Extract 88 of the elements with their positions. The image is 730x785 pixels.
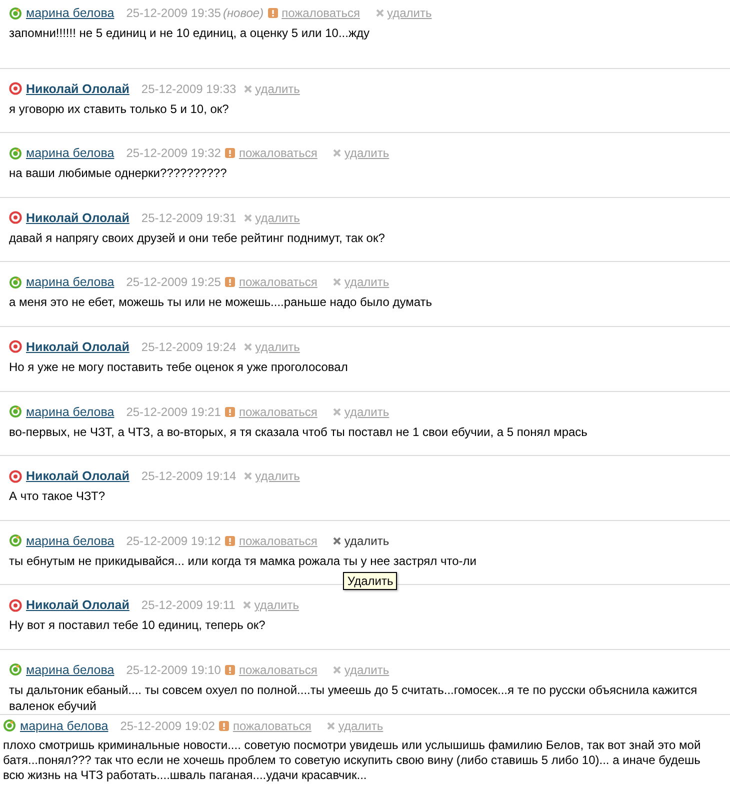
friend-icon <box>9 663 22 676</box>
comment-time: 25-12-2009 19:10 <box>126 662 221 677</box>
comment-time: 25-12-2009 19:21 <box>126 404 221 419</box>
report-link[interactable]: пожаловаться <box>282 6 360 20</box>
delete-link[interactable]: удалить <box>255 82 300 96</box>
comment-text: я уговорю их ставить только 5 и 10, ок? <box>9 100 230 117</box>
comment-text: ты ебнутым не прикидывайся... или когда тя мамка рожала ты у нее застрял что-ли <box>9 552 478 569</box>
comment-text: А что такое ЧЗТ? <box>9 488 106 504</box>
comment-time: 25-12-2009 19:35 <box>126 6 221 20</box>
at-sign-icon <box>9 598 22 612</box>
author-link[interactable]: марина белова <box>26 534 114 548</box>
at-sign-icon <box>9 82 22 96</box>
comment-text: ты дальтоник ебаный.... ты совсем охуел по полной....ты умеешь до 5 считать...гомосек...я те по русски объяснила кажится валенок ебучий <box>9 682 698 714</box>
friend-icon <box>9 6 22 20</box>
close-icon <box>244 84 252 93</box>
comment-time: 25-12-2009 19:11 <box>141 598 236 612</box>
comment-text: на ваши любимые однерки?????????? <box>9 165 228 182</box>
close-icon <box>333 278 342 286</box>
comment-text: плохо смотришь криминальные новости.... советую посмотри увидешь или услышишь фамилию Белов, так вот знай это мой батя...понял??? так что если не хочешь проблем то советую искупить свою вину (либо ставишь 5 либо 10)... а иначе будешь всю жизнь на ЧТЗ работать....шваль паганая....удачи красавчик... <box>3 738 702 783</box>
at-sign-icon <box>9 340 22 354</box>
author-link[interactable]: Николай Ололай <box>26 598 130 612</box>
close-icon <box>333 666 342 674</box>
author-link[interactable]: марина белова <box>26 404 114 419</box>
warning-icon <box>224 277 235 288</box>
comment-text: Но я уже не могу поставить тебе оценок я уже проголосовал <box>9 358 349 375</box>
author-link[interactable]: Николай Ололай <box>26 82 130 96</box>
comment-time: 25-12-2009 19:33 <box>141 82 236 96</box>
warning-icon <box>224 536 235 546</box>
delete-link[interactable]: удалить <box>387 6 432 20</box>
close-icon <box>376 9 384 17</box>
author-link[interactable]: марина белова <box>26 275 114 290</box>
author-link[interactable]: марина белова <box>26 662 114 677</box>
tooltip: Удалить <box>343 572 398 590</box>
close-icon <box>333 408 342 416</box>
author-link[interactable]: марина белова <box>26 6 114 20</box>
delete-link[interactable]: удалить <box>344 404 390 419</box>
close-icon <box>244 214 252 222</box>
comment-time: 25-12-2009 19:14 <box>141 469 236 484</box>
delete-link[interactable]: удалить <box>344 534 390 548</box>
report-link[interactable]: пожаловаться <box>238 662 318 677</box>
close-icon <box>327 722 336 730</box>
report-link[interactable]: пожаловаться <box>238 404 318 419</box>
author-link[interactable]: марина белова <box>26 146 114 160</box>
comment-text: запомни!!!!!! не 5 единиц и не 10 единиц, а оценку 5 или 10...жду <box>9 25 370 41</box>
report-link[interactable]: пожаловаться <box>232 718 312 733</box>
comment-text: а меня это не ебет, можешь ты или не можешь....раньше надо было думать <box>9 294 433 310</box>
friend-icon <box>3 719 16 732</box>
close-icon <box>243 601 252 610</box>
at-sign-icon <box>9 211 22 224</box>
comment-time: 25-12-2009 19:31 <box>141 210 236 225</box>
author-link[interactable]: Николай Ололай <box>26 340 130 354</box>
close-icon <box>333 149 342 158</box>
comment-text: Ну вот я поставил тебе 10 единиц, теперь ок? <box>9 617 266 634</box>
close-icon <box>244 472 252 480</box>
delete-link[interactable]: удалить <box>338 718 384 733</box>
report-link[interactable]: пожаловаться <box>238 534 318 548</box>
delete-link[interactable]: удалить <box>344 275 390 290</box>
report-link[interactable]: пожаловаться <box>238 275 318 290</box>
warning-icon <box>224 664 235 675</box>
delete-link[interactable]: удалить <box>255 210 300 225</box>
author-link[interactable]: Николай Ололай <box>26 210 130 225</box>
comment-time: 25-12-2009 19:32 <box>126 146 221 160</box>
comment-text: во-первых, не ЧЗТ, а ЧТЗ, а во-вторых, я тя сказала чтоб ты поставл не 1 свои ебучии, а 5 понял мрась <box>9 424 588 440</box>
warning-icon <box>224 148 235 158</box>
close-icon <box>333 536 342 545</box>
comment-text: давай я напрягу своих друзей и они тебе рейтинг поднимут, так ок? <box>9 230 386 246</box>
delete-link[interactable]: удалить <box>255 340 300 354</box>
friend-icon <box>9 405 22 418</box>
comment-time: 25-12-2009 19:24 <box>141 340 236 354</box>
warning-icon <box>268 8 278 18</box>
delete-link[interactable]: удалить <box>344 662 390 677</box>
report-link[interactable]: пожаловаться <box>238 146 318 160</box>
comment-time: 25-12-2009 19:02 <box>120 718 215 733</box>
delete-link[interactable]: удалить <box>254 598 300 612</box>
close-icon <box>244 342 252 351</box>
delete-link[interactable]: удалить <box>344 146 390 160</box>
friend-icon <box>9 146 22 160</box>
new-label: (новое) <box>222 6 264 20</box>
delete-link[interactable]: удалить <box>255 469 300 484</box>
comment-time: 25-12-2009 19:25 <box>126 275 221 290</box>
warning-icon <box>218 720 229 731</box>
friend-icon <box>9 276 22 289</box>
at-sign-icon <box>9 470 22 483</box>
author-link[interactable]: марина белова <box>20 718 108 733</box>
comment-time: 25-12-2009 19:12 <box>126 534 221 548</box>
author-link[interactable]: Николай Ололай <box>26 469 130 484</box>
warning-icon <box>224 406 235 417</box>
friend-icon <box>9 534 22 548</box>
